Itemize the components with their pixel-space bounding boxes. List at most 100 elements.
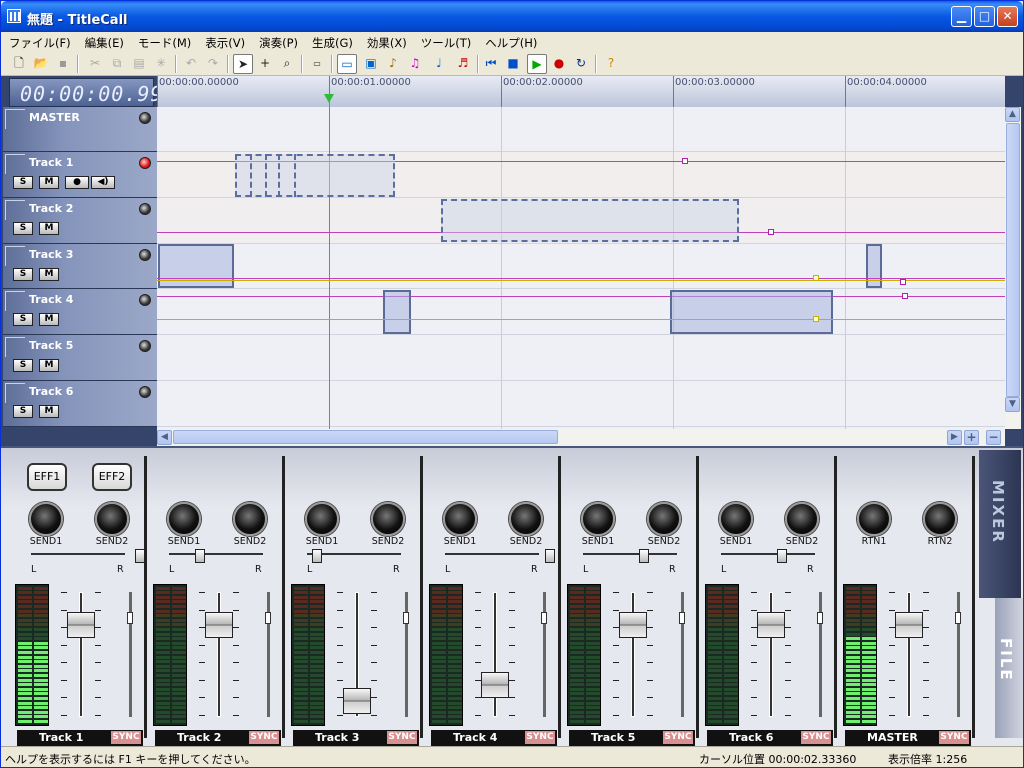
- solo-button[interactable]: S: [13, 405, 33, 418]
- eff2-button[interactable]: EFF2: [92, 463, 132, 491]
- envelope-node[interactable]: [902, 293, 908, 299]
- sync-button[interactable]: SYNC: [111, 731, 141, 744]
- sub-fader-track[interactable]: [267, 592, 270, 717]
- crosshair-tool-icon[interactable]: +: [255, 54, 275, 74]
- track-header-5[interactable]: Track 5 S M: [3, 335, 157, 381]
- volume-fader-track[interactable]: [79, 592, 83, 717]
- record-icon[interactable]: ●: [549, 54, 569, 74]
- track-led[interactable]: [139, 112, 151, 124]
- track-header-3[interactable]: Track 3 S M: [3, 244, 157, 289]
- note-tool-4-icon[interactable]: ♬: [453, 54, 473, 74]
- zoom-out-button[interactable]: −: [986, 430, 1001, 445]
- all-tracks-icon[interactable]: ▭: [307, 54, 327, 74]
- audio-clip[interactable]: [441, 199, 739, 242]
- mute-button[interactable]: M: [39, 313, 59, 326]
- track-header-6[interactable]: Track 6 S M: [3, 381, 157, 427]
- sub-fader-knob[interactable]: [127, 612, 133, 624]
- solo-button[interactable]: S: [13, 359, 33, 372]
- scroll-up-arrow[interactable]: ▲: [1005, 107, 1020, 122]
- sub-fader-knob[interactable]: [403, 612, 409, 624]
- send1-knob[interactable]: [581, 502, 615, 536]
- volume-fader[interactable]: [895, 612, 923, 638]
- menu-effects[interactable]: 効果(X): [359, 32, 413, 51]
- speaker-icon[interactable]: ◀): [91, 176, 115, 189]
- close-button[interactable]: ✕: [997, 6, 1018, 27]
- lane-track-5[interactable]: [157, 335, 1005, 381]
- menu-generate[interactable]: 生成(G): [304, 32, 359, 51]
- sub-fader-knob[interactable]: [265, 612, 271, 624]
- copy-icon[interactable]: ⧉: [107, 54, 127, 74]
- sub-fader-knob[interactable]: [541, 612, 547, 624]
- solo-button[interactable]: S: [13, 313, 33, 326]
- tab-file[interactable]: FILE: [995, 598, 1023, 738]
- window-mode-icon[interactable]: ▭: [337, 54, 357, 74]
- panel-mode-icon[interactable]: ▣: [361, 54, 381, 74]
- volume-fader[interactable]: [205, 612, 233, 638]
- audio-clip[interactable]: [670, 290, 833, 334]
- vertical-scroll-thumb[interactable]: [1006, 123, 1020, 397]
- sub-fader-knob[interactable]: [817, 612, 823, 624]
- volume-fader[interactable]: [67, 612, 95, 638]
- pan-slider[interactable]: [31, 553, 125, 561]
- play-icon[interactable]: ▶: [527, 54, 547, 74]
- note-tool-icon[interactable]: ♪: [383, 54, 403, 74]
- menu-play[interactable]: 演奏(P): [251, 32, 304, 51]
- send1-knob[interactable]: [167, 502, 201, 536]
- sync-button[interactable]: SYNC: [663, 731, 693, 744]
- menu-view[interactable]: 表示(V): [197, 32, 251, 51]
- pan-knob[interactable]: [195, 549, 205, 563]
- track-led[interactable]: [139, 340, 151, 352]
- undo-icon[interactable]: ↶: [181, 54, 201, 74]
- volume-envelope[interactable]: [157, 278, 1005, 279]
- note-tool-3-icon[interactable]: ♩: [429, 54, 449, 74]
- vertical-scrollbar[interactable]: ▲ ▼: [1005, 107, 1021, 429]
- send1-knob[interactable]: [305, 502, 339, 536]
- mute-button[interactable]: M: [39, 176, 59, 189]
- envelope-node[interactable]: [813, 275, 819, 281]
- track-header-1[interactable]: Track 1 S M ● ◀): [3, 152, 157, 198]
- send2-knob[interactable]: [785, 502, 819, 536]
- mute-button[interactable]: M: [39, 268, 59, 281]
- delete-icon[interactable]: ✳: [151, 54, 171, 74]
- send1-knob[interactable]: [443, 502, 477, 536]
- pan-slider[interactable]: [721, 553, 815, 561]
- scroll-down-arrow[interactable]: ▼: [1005, 397, 1020, 412]
- solo-button[interactable]: S: [13, 176, 33, 189]
- solo-button[interactable]: S: [13, 222, 33, 235]
- record-arm-led[interactable]: [139, 157, 151, 169]
- volume-fader-track[interactable]: [493, 592, 497, 717]
- menu-edit[interactable]: 編集(E): [77, 32, 130, 51]
- sync-button[interactable]: SYNC: [939, 731, 969, 744]
- sub-fader-knob[interactable]: [679, 612, 685, 624]
- send2-knob[interactable]: [95, 502, 129, 536]
- pan-envelope[interactable]: [157, 319, 1005, 320]
- rtn1-knob[interactable]: [857, 502, 891, 536]
- envelope-node[interactable]: [900, 279, 906, 285]
- new-file-icon[interactable]: 🗋: [9, 54, 29, 74]
- envelope-node[interactable]: [768, 229, 774, 235]
- save-icon[interactable]: ▪: [53, 54, 73, 74]
- volume-fader[interactable]: [619, 612, 647, 638]
- zoom-icon[interactable]: ⌕: [277, 54, 297, 74]
- rtn2-knob[interactable]: [923, 502, 957, 536]
- audio-clip[interactable]: [235, 154, 395, 197]
- time-ruler[interactable]: 00:00:00.00000 00:00:01.00000 00:00:02.0…: [157, 76, 1005, 107]
- lane-track-6[interactable]: [157, 381, 1005, 427]
- tab-mixer[interactable]: MIXER: [979, 450, 1021, 598]
- scroll-left-arrow[interactable]: ◀: [157, 430, 172, 445]
- send2-knob[interactable]: [509, 502, 543, 536]
- sub-fader-track[interactable]: [957, 592, 960, 717]
- track-led[interactable]: [139, 249, 151, 261]
- envelope-node[interactable]: [682, 158, 688, 164]
- help-question-icon[interactable]: ?: [601, 54, 621, 74]
- pan-slider[interactable]: [583, 553, 677, 561]
- track-lanes[interactable]: [157, 95, 1005, 429]
- stop-icon[interactable]: ■: [503, 54, 523, 74]
- volume-fader[interactable]: [481, 672, 509, 698]
- volume-envelope[interactable]: [157, 296, 1005, 297]
- cut-icon[interactable]: ✂: [85, 54, 105, 74]
- scroll-right-arrow[interactable]: ▶: [947, 430, 962, 445]
- sync-button[interactable]: SYNC: [801, 731, 831, 744]
- audio-clip[interactable]: [383, 290, 411, 334]
- menu-tools[interactable]: ツール(T): [413, 32, 478, 51]
